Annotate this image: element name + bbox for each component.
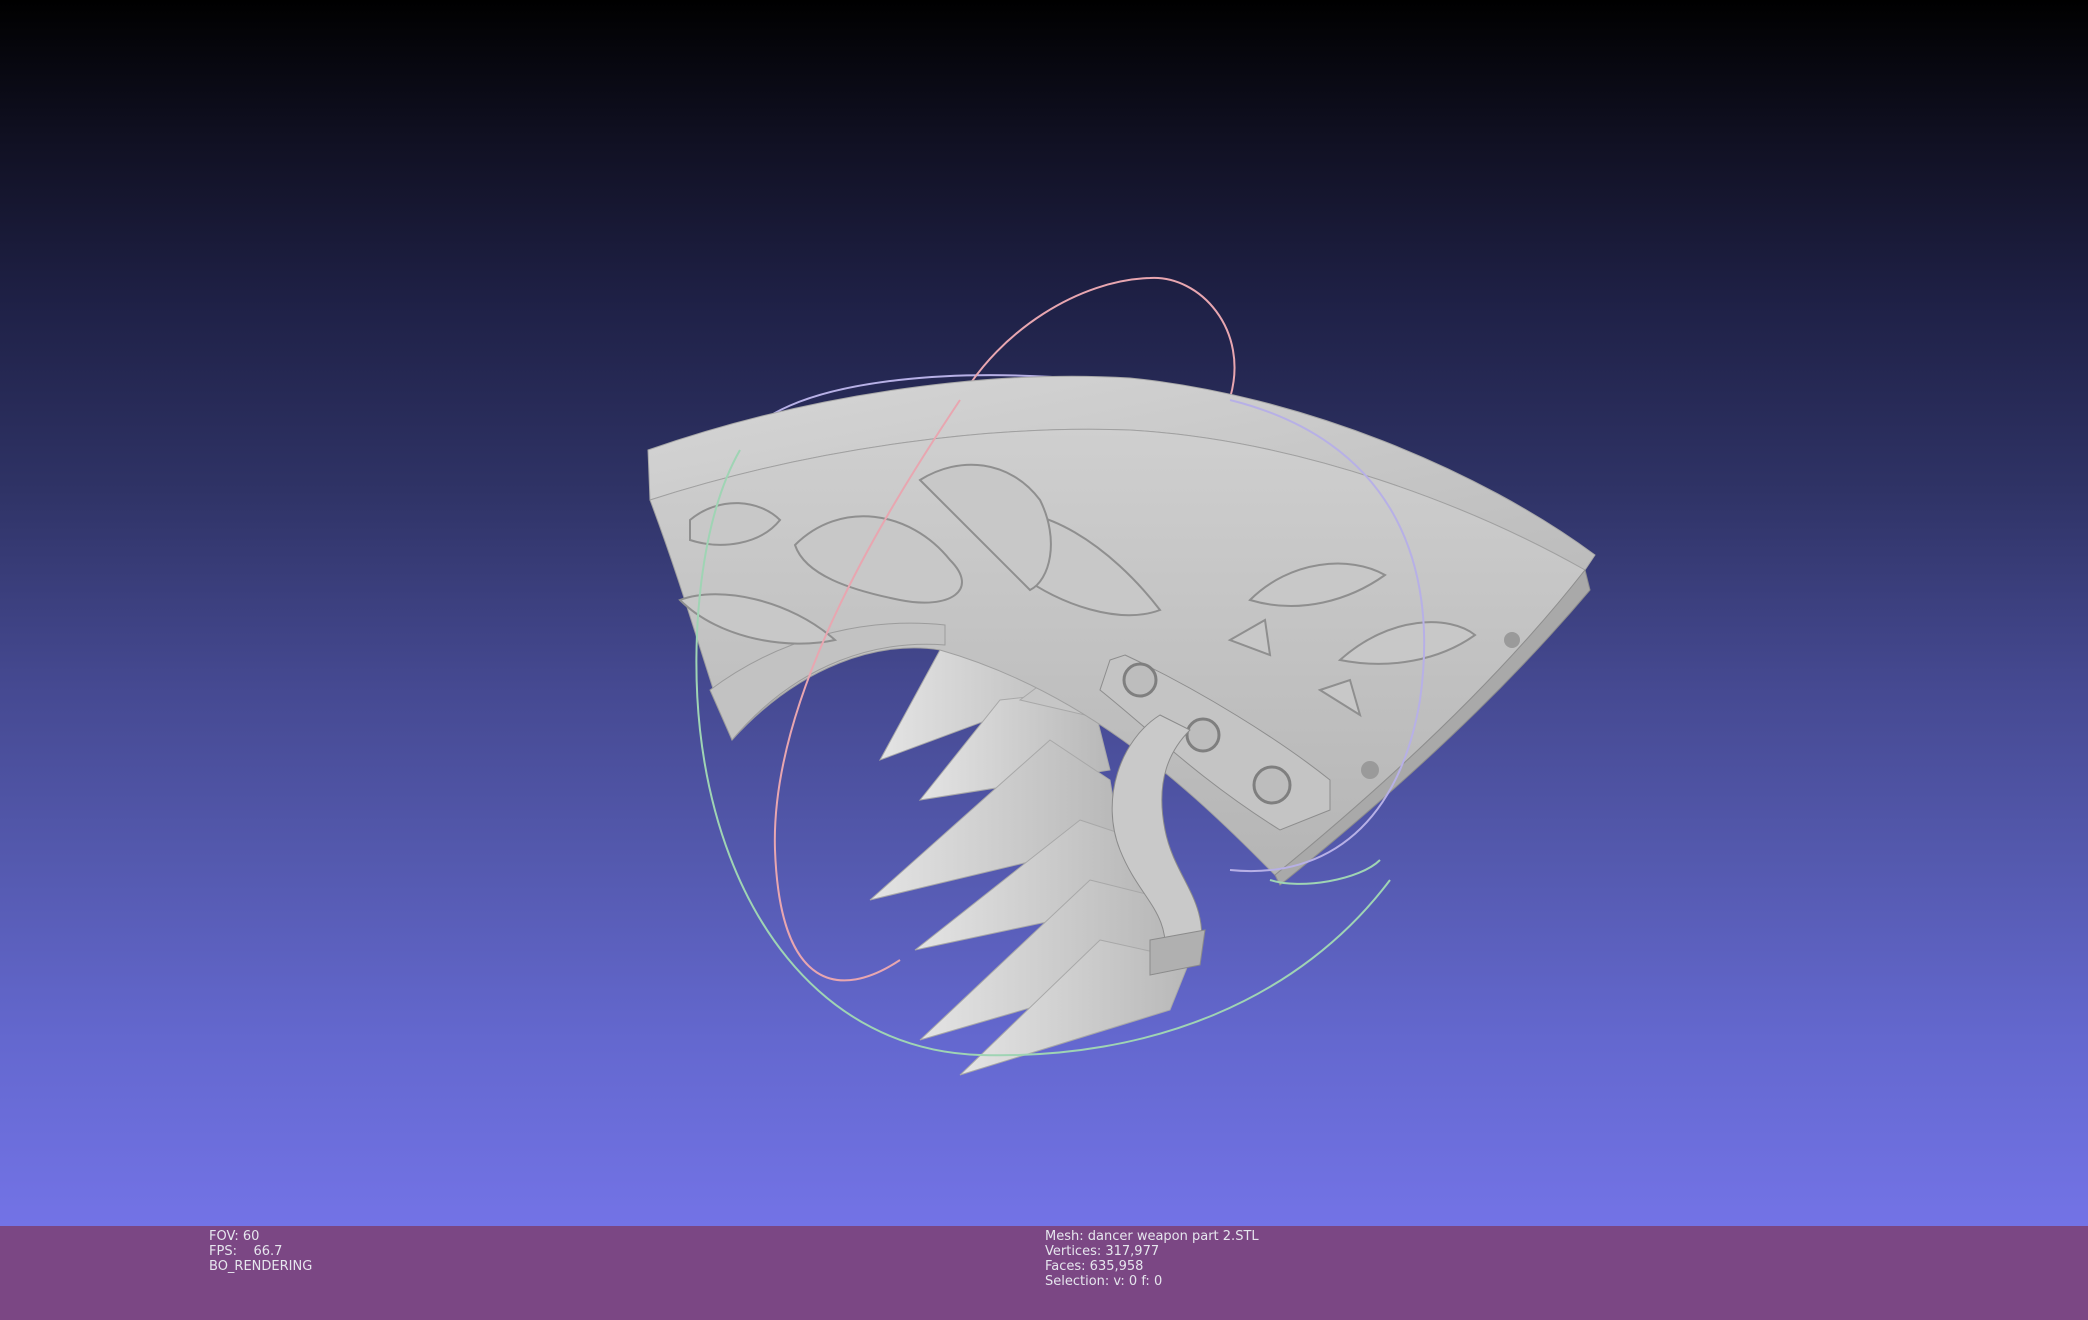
render-mode-readout: BO_RENDERING	[209, 1259, 313, 1274]
fps-readout: FPS: 66.7	[209, 1244, 283, 1259]
3d-viewport[interactable]	[0, 0, 2088, 1226]
fov-readout: FOV: 60	[209, 1229, 260, 1244]
vertices-readout: Vertices: 317,977	[1045, 1244, 1160, 1259]
status-bar: FOV: 60 FPS: 66.7 BO_RENDERING Mesh: dan…	[0, 1226, 2088, 1320]
mesh-info: Mesh: dancer weapon part 2.STL Vertices:…	[1045, 1229, 1259, 1289]
render-info: FOV: 60 FPS: 66.7 BO_RENDERING	[209, 1229, 312, 1274]
mesh-model[interactable]	[647, 375, 1596, 1076]
mesh-name-readout: Mesh: dancer weapon part 2.STL	[1045, 1229, 1259, 1244]
selection-readout: Selection: v: 0 f: 0	[1045, 1274, 1163, 1289]
viewport-canvas[interactable]	[0, 0, 2088, 1226]
faces-readout: Faces: 635,958	[1045, 1259, 1144, 1274]
